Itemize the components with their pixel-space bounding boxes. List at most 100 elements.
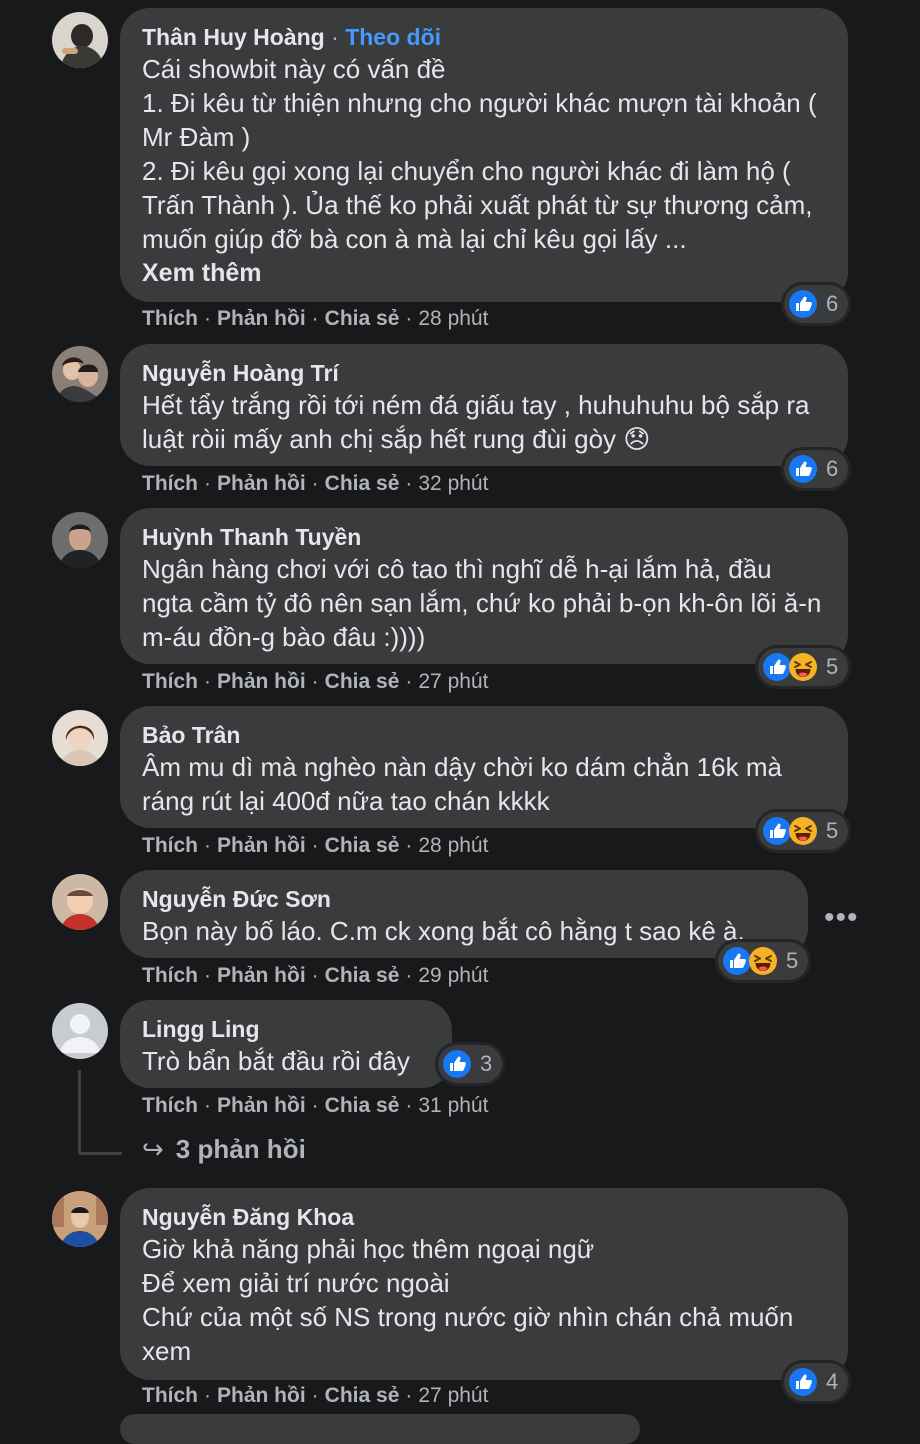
avatar[interactable]	[52, 512, 108, 568]
comment-thread: Thân Huy Hoàng · Theo dõi Cái showbit nà…	[0, 0, 920, 1444]
reaction-count: 3	[480, 1051, 493, 1076]
comment-actions: Thích · Phản hồi · Chia sẻ · 31 phút	[142, 1093, 488, 1119]
reply-arrow-icon: ↪	[142, 1134, 164, 1164]
like-button[interactable]: Thích	[142, 964, 198, 987]
comment-text: Ngân hàng chơi với cô tao thì nghĩ dễ h-…	[142, 554, 822, 652]
reply-button[interactable]: Phản hồi	[217, 1384, 306, 1407]
avatar[interactable]	[52, 346, 108, 402]
share-button[interactable]: Chia sẻ	[325, 307, 400, 330]
share-button[interactable]: Chia sẻ	[325, 964, 400, 987]
like-button[interactable]: Thích	[142, 472, 198, 495]
comment-author[interactable]: Nguyễn Đăng Khoa	[142, 1204, 354, 1230]
action-separator: ·	[311, 1384, 319, 1407]
comment-timestamp[interactable]: 27 phút	[418, 1384, 488, 1407]
comment-bubble: Nguyễn Đức Sơn Bọn này bố láo. C.m ck xo…	[120, 870, 808, 958]
comment-text: Hết tẩy trắng rồi tới ném đá giấu tay , …	[142, 390, 810, 454]
like-button[interactable]: Thích	[142, 670, 198, 693]
name-separator: ·	[331, 24, 339, 50]
replies-count-label: 3 phản hồi	[175, 1134, 306, 1164]
action-separator: ·	[405, 670, 413, 693]
reaction-count: 5	[826, 818, 839, 843]
reply-button[interactable]: Phản hồi	[217, 964, 306, 987]
haha-reaction-icon	[788, 652, 818, 682]
reaction-summary[interactable]: 6	[784, 450, 849, 488]
comment-author[interactable]: Bảo Trân	[142, 722, 240, 748]
reply-thread-connector	[78, 1152, 122, 1155]
comment-text: Cái showbit này có vấn đề 1. Đi kêu từ t…	[142, 54, 817, 254]
share-button[interactable]: Chia sẻ	[325, 472, 400, 495]
like-reaction-icon	[442, 1049, 472, 1079]
action-separator: ·	[204, 964, 211, 987]
action-separator: ·	[204, 834, 211, 857]
share-button[interactable]: Chia sẻ	[325, 1094, 400, 1117]
action-separator: ·	[204, 472, 211, 495]
reaction-summary[interactable]: 4	[784, 1363, 849, 1401]
action-separator: ·	[204, 307, 211, 330]
reply-button[interactable]: Phản hồi	[217, 834, 306, 857]
comment-author[interactable]: Nguyễn Đức Sơn	[142, 886, 331, 912]
action-separator: ·	[311, 964, 319, 987]
reaction-summary[interactable]: 5	[758, 812, 849, 850]
reaction-count: 5	[786, 948, 799, 973]
action-separator: ·	[204, 1094, 211, 1117]
action-separator: ·	[405, 1094, 413, 1117]
reaction-summary[interactable]: 6	[784, 285, 849, 323]
view-replies-link[interactable]: ↪ 3 phản hồi	[142, 1134, 306, 1165]
avatar[interactable]	[52, 1191, 108, 1247]
reaction-summary[interactable]: 5	[718, 942, 809, 980]
action-separator: ·	[311, 1094, 319, 1117]
share-button[interactable]: Chia sẻ	[325, 834, 400, 857]
reply-button[interactable]: Phản hồi	[217, 472, 306, 495]
see-more-link[interactable]: Xem thêm	[142, 256, 826, 290]
comment-bubble: Lingg Ling Trò bẩn bắt đầu rồi đây	[120, 1000, 452, 1088]
comment-timestamp[interactable]: 28 phút	[418, 834, 488, 857]
follow-link[interactable]: Theo dõi	[345, 24, 441, 50]
reaction-count: 4	[826, 1369, 839, 1394]
comment-actions: Thích · Phản hồi · Chia sẻ · 32 phút	[142, 471, 488, 497]
action-separator: ·	[405, 472, 413, 495]
avatar[interactable]	[52, 12, 108, 68]
reaction-summary[interactable]: 5	[758, 648, 849, 686]
share-button[interactable]: Chia sẻ	[325, 670, 400, 693]
comment-bubble: Nguyễn Đăng Khoa Giờ khả năng phải học t…	[120, 1188, 848, 1380]
comment-text: Âm mu dì mà nghèo nàn dậy chời ko dám ch…	[142, 752, 782, 816]
avatar[interactable]	[52, 1003, 108, 1059]
more-options-icon[interactable]: •••	[824, 903, 859, 933]
like-button[interactable]: Thích	[142, 834, 198, 857]
comment-timestamp[interactable]: 32 phút	[418, 472, 488, 495]
reply-button[interactable]: Phản hồi	[217, 1094, 306, 1117]
comment-author[interactable]: Huỳnh Thanh Tuyền	[142, 524, 361, 550]
reaction-summary[interactable]: 3	[438, 1045, 503, 1083]
like-reaction-icon	[788, 454, 818, 484]
comment-author[interactable]: Thân Huy Hoàng	[142, 24, 325, 50]
avatar[interactable]	[52, 874, 108, 930]
comment-author[interactable]: Nguyễn Hoàng Trí	[142, 360, 339, 386]
like-button[interactable]: Thích	[142, 1384, 198, 1407]
action-separator: ·	[311, 670, 319, 693]
comment-timestamp[interactable]: 29 phút	[418, 964, 488, 987]
comment-timestamp[interactable]: 31 phút	[418, 1094, 488, 1117]
share-button[interactable]: Chia sẻ	[325, 1384, 400, 1407]
reaction-count: 6	[826, 456, 839, 481]
action-separator: ·	[311, 307, 319, 330]
comment-author[interactable]: Lingg Ling	[142, 1016, 260, 1042]
haha-reaction-icon	[788, 816, 818, 846]
action-separator: ·	[311, 834, 319, 857]
like-button[interactable]: Thích	[142, 1094, 198, 1117]
avatar[interactable]	[52, 710, 108, 766]
action-separator: ·	[204, 670, 211, 693]
comment-actions: Thích · Phản hồi · Chia sẻ · 28 phút	[142, 306, 488, 332]
like-button[interactable]: Thích	[142, 307, 198, 330]
reply-thread-line	[78, 1070, 81, 1152]
comment-text: Bọn này bố láo. C.m ck xong bắt cô hằng …	[142, 916, 745, 946]
comment-bubble: Huỳnh Thanh Tuyền Ngân hàng chơi với cô …	[120, 508, 848, 664]
reply-button[interactable]: Phản hồi	[217, 307, 306, 330]
comment-actions: Thích · Phản hồi · Chia sẻ · 27 phút	[142, 1383, 488, 1409]
comment-timestamp[interactable]: 28 phút	[418, 307, 488, 330]
comment-actions: Thích · Phản hồi · Chia sẻ · 27 phút	[142, 669, 488, 695]
reaction-count: 6	[826, 291, 839, 316]
action-separator: ·	[311, 472, 319, 495]
comment-bubble: Bảo Trân Âm mu dì mà nghèo nàn dậy chời …	[120, 706, 848, 828]
reply-button[interactable]: Phản hồi	[217, 670, 306, 693]
comment-timestamp[interactable]: 27 phút	[418, 670, 488, 693]
